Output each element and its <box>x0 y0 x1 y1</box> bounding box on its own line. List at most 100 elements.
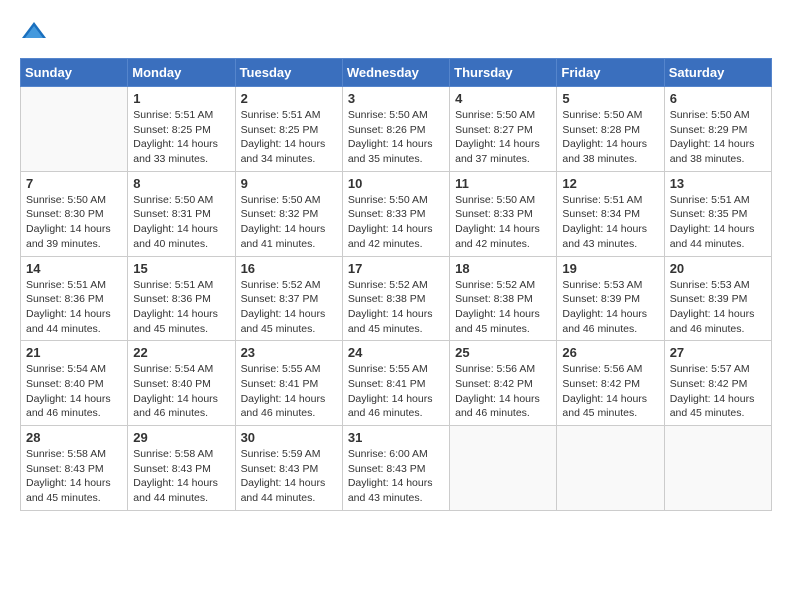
calendar-cell: 7 Sunrise: 5:50 AM Sunset: 8:30 PM Daylig… <box>21 171 128 256</box>
calendar-cell: 2 Sunrise: 5:51 AM Sunset: 8:25 PM Daylig… <box>235 87 342 172</box>
day-number: 19 <box>562 261 658 276</box>
cell-info: Sunrise: 5:55 AM Sunset: 8:41 PM Dayligh… <box>348 362 444 421</box>
calendar-cell: 14 Sunrise: 5:51 AM Sunset: 8:36 PM Dayli… <box>21 256 128 341</box>
calendar-cell: 26 Sunrise: 5:56 AM Sunset: 8:42 PM Dayli… <box>557 341 664 426</box>
day-number: 10 <box>348 176 444 191</box>
day-number: 16 <box>241 261 337 276</box>
page-header <box>20 20 772 42</box>
day-number: 4 <box>455 91 551 106</box>
cell-info: Sunrise: 5:51 AM Sunset: 8:36 PM Dayligh… <box>26 278 122 337</box>
day-number: 6 <box>670 91 766 106</box>
calendar-cell: 22 Sunrise: 5:54 AM Sunset: 8:40 PM Dayli… <box>128 341 235 426</box>
calendar-cell: 24 Sunrise: 5:55 AM Sunset: 8:41 PM Dayli… <box>342 341 449 426</box>
week-row-5: 28 Sunrise: 5:58 AM Sunset: 8:43 PM Dayli… <box>21 426 772 511</box>
day-number: 1 <box>133 91 229 106</box>
cell-info: Sunrise: 5:56 AM Sunset: 8:42 PM Dayligh… <box>562 362 658 421</box>
calendar-cell: 16 Sunrise: 5:52 AM Sunset: 8:37 PM Dayli… <box>235 256 342 341</box>
calendar-cell: 27 Sunrise: 5:57 AM Sunset: 8:42 PM Dayli… <box>664 341 771 426</box>
day-number: 12 <box>562 176 658 191</box>
day-number: 15 <box>133 261 229 276</box>
day-number: 7 <box>26 176 122 191</box>
calendar-cell: 4 Sunrise: 5:50 AM Sunset: 8:27 PM Daylig… <box>450 87 557 172</box>
cell-info: Sunrise: 5:50 AM Sunset: 8:33 PM Dayligh… <box>348 193 444 252</box>
cell-info: Sunrise: 5:52 AM Sunset: 8:38 PM Dayligh… <box>348 278 444 337</box>
day-number: 9 <box>241 176 337 191</box>
weekday-header-wednesday: Wednesday <box>342 59 449 87</box>
cell-info: Sunrise: 5:51 AM Sunset: 8:35 PM Dayligh… <box>670 193 766 252</box>
calendar-cell: 5Sunrise: 5:50 AM Sunset: 8:28 PM Daylig… <box>557 87 664 172</box>
week-row-4: 21 Sunrise: 5:54 AM Sunset: 8:40 PM Dayli… <box>21 341 772 426</box>
calendar-cell: 3Sunrise: 5:50 AM Sunset: 8:26 PM Daylig… <box>342 87 449 172</box>
calendar-cell: 21Sunrise: 5:54 AM Sunset: 8:40 PM Dayli… <box>21 341 128 426</box>
day-number: 14 <box>26 261 122 276</box>
cell-info: Sunrise: 5:57 AM Sunset: 8:42 PM Dayligh… <box>670 362 766 421</box>
calendar-cell <box>664 426 771 511</box>
cell-info: Sunrise: 5:50 AM Sunset: 8:27 PM Dayligh… <box>455 108 551 167</box>
calendar-cell: 25 Sunrise: 5:56 AM Sunset: 8:42 PM Dayli… <box>450 341 557 426</box>
cell-info: Sunrise: 5:58 AM Sunset: 8:43 PM Dayligh… <box>133 447 229 506</box>
week-row-2: 7 Sunrise: 5:50 AM Sunset: 8:30 PM Daylig… <box>21 171 772 256</box>
weekday-header-sunday: Sunday <box>21 59 128 87</box>
cell-info: Sunrise: 5:53 AM Sunset: 8:39 PM Dayligh… <box>562 278 658 337</box>
day-number: 2 <box>241 91 337 106</box>
weekday-header-friday: Friday <box>557 59 664 87</box>
calendar-cell: 8Sunrise: 5:50 AM Sunset: 8:31 PM Daylig… <box>128 171 235 256</box>
cell-info: Sunrise: 5:56 AM Sunset: 8:42 PM Dayligh… <box>455 362 551 421</box>
cell-info: Sunrise: 5:51 AM Sunset: 8:36 PM Dayligh… <box>133 278 229 337</box>
cell-info: Sunrise: 5:50 AM Sunset: 8:30 PM Dayligh… <box>26 193 122 252</box>
logo-icon <box>20 20 48 42</box>
calendar-cell: 13 Sunrise: 5:51 AM Sunset: 8:35 PM Dayli… <box>664 171 771 256</box>
day-number: 22 <box>133 345 229 360</box>
cell-info: Sunrise: 5:52 AM Sunset: 8:37 PM Dayligh… <box>241 278 337 337</box>
day-number: 13 <box>670 176 766 191</box>
cell-info: Sunrise: 5:54 AM Sunset: 8:40 PM Dayligh… <box>133 362 229 421</box>
day-number: 29 <box>133 430 229 445</box>
day-number: 20 <box>670 261 766 276</box>
calendar-cell: 31Sunrise: 6:00 AM Sunset: 8:43 PM Dayli… <box>342 426 449 511</box>
calendar-cell: 30 Sunrise: 5:59 AM Sunset: 8:43 PM Dayli… <box>235 426 342 511</box>
cell-info: Sunrise: 5:51 AM Sunset: 8:34 PM Dayligh… <box>562 193 658 252</box>
day-number: 31 <box>348 430 444 445</box>
day-number: 25 <box>455 345 551 360</box>
week-row-3: 14 Sunrise: 5:51 AM Sunset: 8:36 PM Dayli… <box>21 256 772 341</box>
weekday-header-thursday: Thursday <box>450 59 557 87</box>
day-number: 17 <box>348 261 444 276</box>
day-number: 3 <box>348 91 444 106</box>
cell-info: Sunrise: 5:51 AM Sunset: 8:25 PM Dayligh… <box>241 108 337 167</box>
cell-info: Sunrise: 5:50 AM Sunset: 8:33 PM Dayligh… <box>455 193 551 252</box>
calendar-cell: 6Sunrise: 5:50 AM Sunset: 8:29 PM Daylig… <box>664 87 771 172</box>
day-number: 24 <box>348 345 444 360</box>
week-row-1: 1 Sunrise: 5:51 AM Sunset: 8:25 PM Daylig… <box>21 87 772 172</box>
calendar-cell: 28Sunrise: 5:58 AM Sunset: 8:43 PM Dayli… <box>21 426 128 511</box>
logo <box>20 20 52 42</box>
cell-info: Sunrise: 5:50 AM Sunset: 8:31 PM Dayligh… <box>133 193 229 252</box>
calendar-cell: 20 Sunrise: 5:53 AM Sunset: 8:39 PM Dayli… <box>664 256 771 341</box>
day-number: 27 <box>670 345 766 360</box>
day-number: 28 <box>26 430 122 445</box>
day-number: 23 <box>241 345 337 360</box>
cell-info: Sunrise: 5:55 AM Sunset: 8:41 PM Dayligh… <box>241 362 337 421</box>
cell-info: Sunrise: 5:50 AM Sunset: 8:32 PM Dayligh… <box>241 193 337 252</box>
weekday-header-tuesday: Tuesday <box>235 59 342 87</box>
calendar-cell <box>450 426 557 511</box>
calendar-cell: 10 Sunrise: 5:50 AM Sunset: 8:33 PM Dayli… <box>342 171 449 256</box>
cell-info: Sunrise: 5:53 AM Sunset: 8:39 PM Dayligh… <box>670 278 766 337</box>
day-number: 30 <box>241 430 337 445</box>
day-number: 21 <box>26 345 122 360</box>
weekday-header-monday: Monday <box>128 59 235 87</box>
calendar-cell: 19 Sunrise: 5:53 AM Sunset: 8:39 PM Dayli… <box>557 256 664 341</box>
calendar-cell: 18Sunrise: 5:52 AM Sunset: 8:38 PM Dayli… <box>450 256 557 341</box>
calendar-cell: 17 Sunrise: 5:52 AM Sunset: 8:38 PM Dayli… <box>342 256 449 341</box>
calendar-cell: 11Sunrise: 5:50 AM Sunset: 8:33 PM Dayli… <box>450 171 557 256</box>
calendar-cell: 12 Sunrise: 5:51 AM Sunset: 8:34 PM Dayli… <box>557 171 664 256</box>
cell-info: Sunrise: 5:59 AM Sunset: 8:43 PM Dayligh… <box>241 447 337 506</box>
weekday-header-row: SundayMondayTuesdayWednesdayThursdayFrid… <box>21 59 772 87</box>
day-number: 18 <box>455 261 551 276</box>
calendar-cell <box>557 426 664 511</box>
cell-info: Sunrise: 5:51 AM Sunset: 8:25 PM Dayligh… <box>133 108 229 167</box>
cell-info: Sunrise: 5:50 AM Sunset: 8:28 PM Dayligh… <box>562 108 658 167</box>
calendar-cell: 15 Sunrise: 5:51 AM Sunset: 8:36 PM Dayli… <box>128 256 235 341</box>
calendar-cell: 9 Sunrise: 5:50 AM Sunset: 8:32 PM Daylig… <box>235 171 342 256</box>
calendar-table: SundayMondayTuesdayWednesdayThursdayFrid… <box>20 58 772 511</box>
day-number: 26 <box>562 345 658 360</box>
